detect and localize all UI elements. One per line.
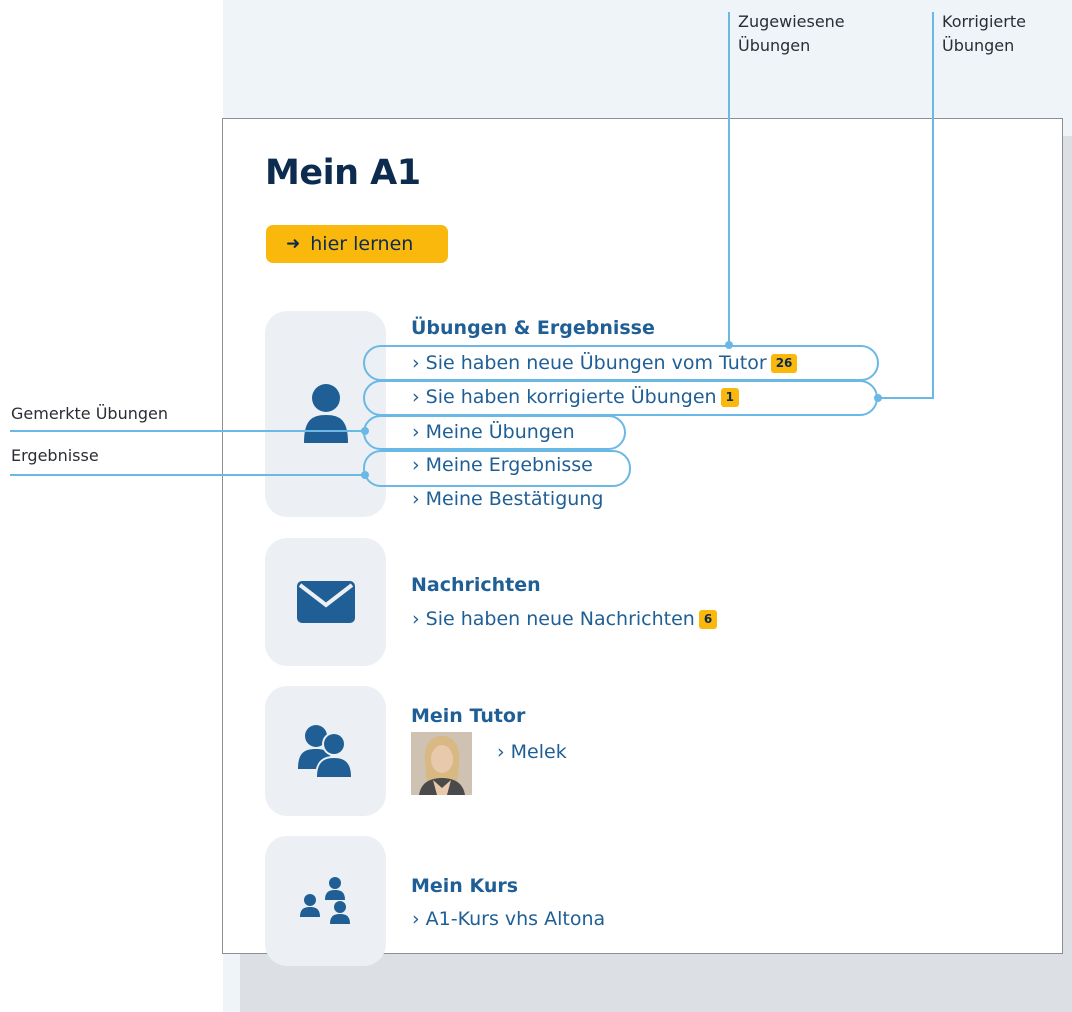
new-exercises-link[interactable]: › Sie haben neue Übungen vom Tutor 26	[412, 352, 798, 374]
new-messages-link[interactable]: › Sie haben neue Nachrichten 6	[412, 608, 718, 630]
callout-label-results: Ergebnisse	[11, 446, 99, 465]
callout-label-assigned: Zugewiesene Übungen	[738, 12, 845, 55]
user-icon	[303, 384, 348, 443]
course-section-title: Mein Kurs	[411, 875, 519, 897]
count-badge: 1	[720, 388, 739, 407]
corrected-exercises-link[interactable]: › Sie haben korrigierte Übungen 1	[412, 386, 739, 408]
course-tile	[265, 836, 386, 966]
callout-line-results	[10, 474, 367, 476]
link-label: › Sie haben neue Nachrichten	[412, 608, 695, 630]
my-exercises-link[interactable]: › Meine Übungen	[412, 421, 575, 443]
callout-line-corrected-vertical	[932, 12, 934, 399]
tutor-section-title: Mein Tutor	[411, 705, 526, 727]
tutor-name-link[interactable]: › Melek	[497, 741, 567, 763]
link-label: › Sie haben neue Übungen vom Tutor	[412, 352, 767, 374]
callout-dot-corrected	[874, 394, 882, 402]
arrow-right-icon: ➜	[286, 234, 301, 254]
callout-label-bookmarked: Gemerkte Übungen	[11, 404, 169, 423]
callout-dot-assigned	[725, 341, 733, 349]
messages-tile	[265, 538, 386, 666]
users-icon	[297, 725, 353, 778]
callout-line-corrected-horizontal	[878, 397, 934, 399]
my-confirmation-link[interactable]: › Meine Bestätigung	[412, 488, 603, 510]
tutor-tile	[265, 686, 386, 816]
exercises-tile	[265, 311, 386, 517]
my-results-link[interactable]: › Meine Ergebnisse	[412, 454, 593, 476]
learn-button-label: hier lernen	[310, 233, 414, 255]
exercises-section-title: Übungen & Ergebnisse	[411, 317, 655, 339]
count-badge: 26	[770, 354, 798, 373]
tutor-avatar	[411, 732, 472, 795]
count-badge: 6	[698, 610, 718, 629]
page-title: Mein A1	[265, 153, 421, 193]
course-link[interactable]: › A1-Kurs vhs Altona	[412, 908, 605, 930]
group-icon	[299, 877, 350, 924]
messages-section-title: Nachrichten	[411, 574, 541, 596]
callout-line-assigned	[728, 12, 730, 347]
callout-dot-bookmarked	[361, 427, 369, 435]
learn-button[interactable]: ➜ hier lernen	[266, 225, 448, 263]
callout-line-bookmarked	[10, 430, 367, 432]
callout-label-corrected: Korrigierte Übungen	[942, 12, 1026, 55]
callout-dot-results	[361, 471, 369, 479]
envelope-icon	[296, 581, 355, 623]
link-label: › Sie haben korrigierte Übungen	[412, 386, 717, 408]
